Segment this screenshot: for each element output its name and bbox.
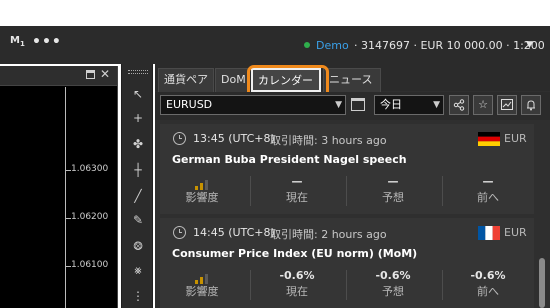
chart-panel: ✕ 1.06300 1.06200 1.06100: [0, 66, 118, 308]
forecast-value: —: [387, 175, 399, 188]
scrollbar-thumb[interactable]: [539, 258, 545, 308]
list-item[interactable]: 14:45 (UTC+8) 取引時間: 2 hours ago EUR Cons…: [160, 218, 534, 308]
tab-news[interactable]: ニュース: [323, 68, 381, 92]
chevron-down-icon: ▼: [335, 100, 342, 110]
impact-column: 影響度: [162, 174, 242, 210]
previous-label: 前へ: [477, 285, 499, 298]
close-icon[interactable]: ✕: [100, 67, 110, 81]
pattern-tool-icon[interactable]: ⨳: [130, 262, 146, 278]
panel-tab-bar: 通貨ペア DoM カレンダー ニュース: [155, 64, 550, 99]
calendar-panel: 通貨ペア DoM カレンダー ニュース EURUSD ▼ 今日 ▼ ☆ 13:4…: [155, 64, 550, 308]
chart-header: ✕: [0, 66, 118, 86]
list-item[interactable]: 13:45 (UTC+8) 取引時間: 3 hours ago EUR Germ…: [160, 124, 534, 214]
event-title[interactable]: German Buba President Nagel speech: [172, 153, 407, 166]
forecast-label: 予想: [382, 191, 404, 204]
cursor-icon[interactable]: ↖: [130, 86, 146, 102]
previous-value: -0.6%: [470, 269, 506, 282]
current-label: 現在: [286, 191, 308, 204]
event-relative-time: 取引時間: 3 hours ago: [270, 134, 387, 147]
current-column: — 現在: [257, 174, 337, 210]
price-label: 1.06200: [71, 212, 109, 222]
impact-column: 影響度: [162, 268, 242, 304]
column-divider: [442, 270, 443, 300]
event-currency: EUR: [504, 132, 527, 145]
current-value: —: [291, 175, 303, 188]
more-menu-button[interactable]: •••: [32, 35, 62, 49]
toolbar-grip[interactable]: [128, 70, 148, 74]
crosshair-icon[interactable]: +: [130, 110, 146, 126]
workspace-label: M: [10, 35, 20, 46]
tab-currency-pairs[interactable]: 通貨ペア: [158, 68, 214, 92]
price-label: 1.06100: [71, 260, 109, 270]
current-label: 現在: [286, 285, 308, 298]
forecast-label: 予想: [382, 285, 404, 298]
france-flag-icon: [478, 226, 500, 240]
forecast-column: -0.6% 予想: [353, 268, 433, 304]
previous-label: 前へ: [477, 191, 499, 204]
tab-dom[interactable]: DoM: [215, 68, 249, 92]
symbol-value: EURUSD: [166, 98, 213, 111]
event-list: 13:45 (UTC+8) 取引時間: 3 hours ago EUR Germ…: [155, 120, 550, 308]
period-value: 今日: [380, 98, 402, 111]
current-column: -0.6% 現在: [257, 268, 337, 304]
bell-icon[interactable]: [521, 95, 541, 115]
previous-value: —: [482, 175, 494, 188]
period-select[interactable]: 今日 ▼: [374, 95, 444, 115]
chevron-down-icon: ▼: [433, 100, 440, 110]
account-chevron-down-icon[interactable]: ▼: [526, 40, 533, 50]
share-icon[interactable]: [449, 95, 469, 115]
impact-label: 影響度: [185, 191, 219, 204]
star-icon[interactable]: ☆: [473, 95, 493, 115]
multi-crosshair-icon[interactable]: ✤: [130, 136, 146, 152]
chart-settings-icon[interactable]: [497, 95, 517, 115]
symbol-select[interactable]: EURUSD ▼: [160, 95, 346, 115]
top-bar: M1 ••• Demo · 3147697 · EUR 10 000.00 · …: [0, 26, 550, 64]
impact-label: 影響度: [185, 285, 219, 298]
column-divider: [346, 176, 347, 206]
workspace-switcher[interactable]: M1: [10, 36, 25, 49]
event-currency: EUR: [504, 226, 527, 239]
column-divider: [250, 270, 251, 300]
event-time: 14:45 (UTC+8): [193, 226, 275, 239]
forecast-column: — 予想: [353, 174, 433, 210]
account-mode[interactable]: Demo: [316, 39, 349, 52]
point-crosshair-icon[interactable]: ┼: [130, 162, 146, 178]
previous-column: -0.6% 前へ: [448, 268, 528, 304]
event-title[interactable]: Consumer Price Index (EU norm) (MoM): [172, 247, 417, 260]
account-info[interactable]: · 3147697 · EUR 10 000.00 · 1:200: [354, 39, 545, 52]
impact-bars-icon: [162, 174, 242, 190]
clock-icon: [173, 132, 186, 145]
price-label: 1.06300: [71, 164, 109, 174]
event-relative-time: 取引時間: 2 hours ago: [270, 228, 387, 241]
filter-bar: EURUSD ▼ 今日 ▼ ☆: [155, 92, 550, 120]
event-time: 13:45 (UTC+8): [193, 132, 275, 145]
connection-status-dot: [304, 42, 310, 48]
germany-flag-icon: [478, 132, 500, 146]
more-tools-icon[interactable]: ⋮: [130, 288, 146, 304]
scrollbar[interactable]: [537, 120, 547, 308]
panel-divider: [117, 66, 118, 308]
impact-bars-icon: [162, 268, 242, 284]
line-tool-icon[interactable]: ╱: [130, 188, 146, 204]
pen-tool-icon[interactable]: ✎: [130, 212, 146, 228]
clock-icon: [173, 226, 186, 239]
maximize-icon[interactable]: [86, 70, 95, 79]
current-value: -0.6%: [279, 269, 315, 282]
drawing-toolbar: ↖ + ✤ ┼ ╱ ✎ ⨷ ⨳ ⋮: [121, 64, 153, 308]
trading-app: M1 ••• Demo · 3147697 · EUR 10 000.00 · …: [0, 0, 550, 308]
forecast-value: -0.6%: [375, 269, 411, 282]
workspace-number: 1: [19, 40, 25, 48]
previous-column: — 前へ: [448, 174, 528, 210]
column-divider: [442, 176, 443, 206]
column-divider: [346, 270, 347, 300]
fibonacci-tool-icon[interactable]: ⨷: [130, 238, 146, 254]
column-divider: [250, 176, 251, 206]
chart-plot-area[interactable]: [0, 87, 66, 308]
calendar-icon[interactable]: [351, 98, 365, 111]
